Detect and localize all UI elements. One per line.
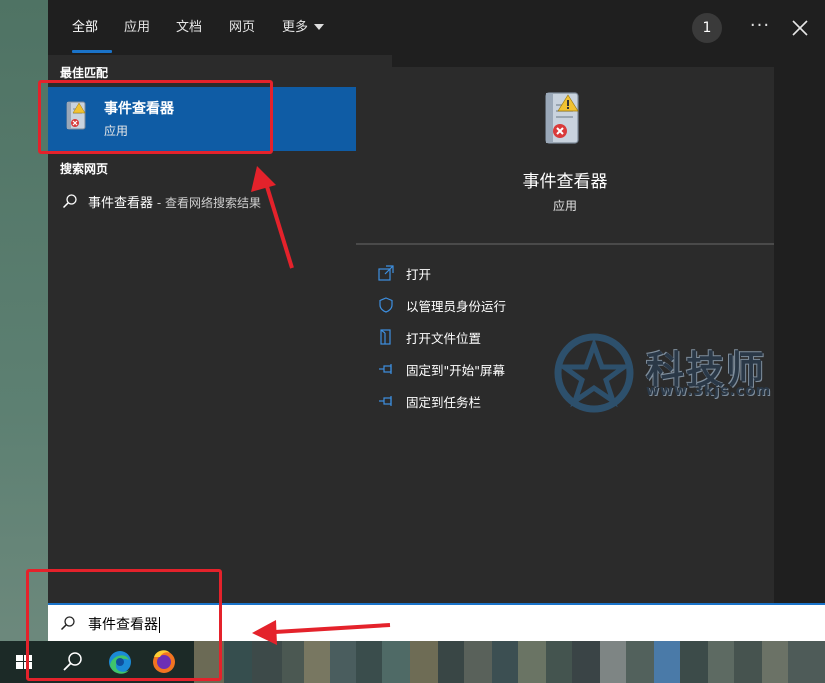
annotation-arrows bbox=[251, 166, 391, 645]
annotation-arrow-left bbox=[274, 623, 391, 634]
annotation-arrow-up bbox=[263, 179, 294, 269]
arrowhead-icon bbox=[252, 620, 277, 645]
arrowhead-icon bbox=[251, 166, 276, 192]
